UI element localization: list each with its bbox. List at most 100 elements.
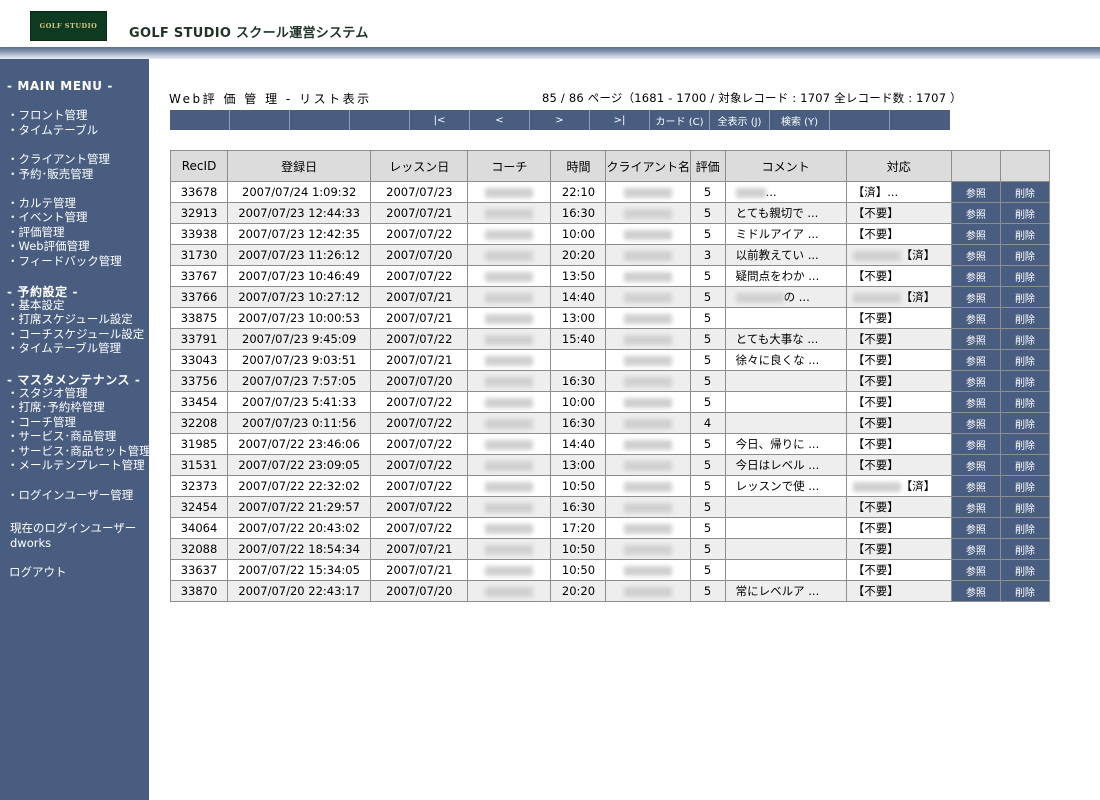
table-row[interactable]: 31730 2007/07/23 11:26:12 2007/07/20 20:20 3… bbox=[169, 244, 1051, 266]
view-button[interactable]: 参照 bbox=[950, 475, 1001, 497]
col-header-comment[interactable]: コメント bbox=[724, 150, 847, 182]
delete-button[interactable]: 削除 bbox=[999, 286, 1051, 308]
delete-button[interactable]: 削除 bbox=[999, 538, 1051, 560]
delete-button[interactable]: 削除 bbox=[999, 181, 1051, 203]
view-button[interactable]: 参照 bbox=[950, 223, 1001, 245]
sidebar-item-login-users[interactable]: ・ログインユーザー管理 bbox=[7, 488, 133, 502]
table-row[interactable]: 32208 2007/07/23 0:11:56 2007/07/22 16:30 4 【… bbox=[169, 412, 1051, 434]
table-row[interactable]: 33767 2007/07/23 10:46:49 2007/07/22 13:50 5… bbox=[169, 265, 1051, 287]
table-row[interactable]: 33875 2007/07/23 10:00:53 2007/07/21 13:00 5… bbox=[169, 307, 1051, 329]
delete-button[interactable]: 削除 bbox=[999, 349, 1051, 371]
cell-action: 【不要】 bbox=[845, 349, 952, 371]
sidebar-item-events[interactable]: ・イベント管理 bbox=[7, 210, 88, 224]
delete-button[interactable]: 削除 bbox=[999, 517, 1051, 539]
col-header-time[interactable]: 時間 bbox=[550, 150, 607, 182]
table-row[interactable]: 33756 2007/07/23 7:57:05 2007/07/20 16:30 5 【… bbox=[169, 370, 1051, 392]
sidebar-item-front[interactable]: ・フロント管理 bbox=[7, 108, 88, 122]
view-button[interactable]: 参照 bbox=[950, 454, 1001, 476]
col-header-coach[interactable]: コーチ bbox=[467, 150, 552, 182]
table-row[interactable]: 31531 2007/07/22 23:09:05 2007/07/22 13:00 5… bbox=[169, 454, 1051, 476]
table-row[interactable]: 32454 2007/07/22 21:29:57 2007/07/22 16:30 5… bbox=[169, 496, 1051, 518]
table-row[interactable]: 34064 2007/07/22 20:43:02 2007/07/22 17:20 5… bbox=[169, 517, 1051, 539]
table-row[interactable]: 33938 2007/07/23 12:42:35 2007/07/22 10:00 5… bbox=[169, 223, 1051, 245]
delete-button[interactable]: 削除 bbox=[999, 202, 1051, 224]
col-header-recid[interactable]: RecID bbox=[169, 150, 229, 182]
sidebar-item-seat-schedule[interactable]: ・打席スケジュール設定 bbox=[7, 312, 133, 326]
view-button[interactable]: 参照 bbox=[950, 580, 1001, 602]
delete-button[interactable]: 削除 bbox=[999, 496, 1051, 518]
view-button[interactable]: 参照 bbox=[950, 307, 1001, 329]
view-button[interactable]: 参照 bbox=[950, 496, 1001, 518]
delete-button[interactable]: 削除 bbox=[999, 433, 1051, 455]
sidebar-item-services-products[interactable]: ・サービス･商品管理 bbox=[7, 429, 116, 443]
view-button[interactable]: 参照 bbox=[950, 538, 1001, 560]
table-row[interactable]: 33454 2007/07/23 5:41:33 2007/07/22 10:00 5 【… bbox=[169, 391, 1051, 413]
table-row[interactable]: 32373 2007/07/22 22:32:02 2007/07/22 10:50 5… bbox=[169, 475, 1051, 497]
search-button[interactable]: 検索 (Y) bbox=[770, 110, 830, 130]
view-button[interactable]: 参照 bbox=[950, 244, 1001, 266]
sidebar-item-karte[interactable]: ・カルテ管理 bbox=[7, 196, 76, 210]
table-row[interactable]: 33678 2007/07/24 1:09:32 2007/07/23 22:10 5.… bbox=[169, 181, 1051, 203]
col-header-registered[interactable]: 登録日 bbox=[227, 150, 372, 182]
delete-button[interactable]: 削除 bbox=[999, 328, 1051, 350]
prev-page-button[interactable]: < bbox=[470, 110, 530, 130]
sidebar-item-evaluations[interactable]: ・評価管理 bbox=[7, 225, 65, 239]
table-row[interactable]: 33791 2007/07/23 9:45:09 2007/07/22 15:40 5 と… bbox=[169, 328, 1051, 350]
view-button[interactable]: 参照 bbox=[950, 265, 1001, 287]
cell-comment-text: 徐々に良くな ... bbox=[735, 353, 820, 367]
table-row[interactable]: 32088 2007/07/22 18:54:34 2007/07/21 10:50 5… bbox=[169, 538, 1051, 560]
delete-button[interactable]: 削除 bbox=[999, 391, 1051, 413]
sidebar-item-coaches[interactable]: ・コーチ管理 bbox=[7, 415, 76, 429]
delete-button[interactable]: 削除 bbox=[999, 244, 1051, 266]
col-header-lesson-date[interactable]: レッスン日 bbox=[370, 150, 469, 182]
sidebar-item-web-evaluations[interactable]: ・Web評価管理 bbox=[7, 239, 90, 253]
view-button[interactable]: 参照 bbox=[950, 433, 1001, 455]
sidebar-item-studio[interactable]: ・スタジオ管理 bbox=[7, 386, 88, 400]
delete-button[interactable]: 削除 bbox=[999, 307, 1051, 329]
sidebar-item-timetable-mgmt[interactable]: ・タイムテーブル管理 bbox=[7, 341, 121, 355]
delete-button[interactable]: 削除 bbox=[999, 559, 1051, 581]
sidebar-item-basic-settings[interactable]: ・基本設定 bbox=[7, 298, 65, 312]
view-button[interactable]: 参照 bbox=[950, 370, 1001, 392]
sidebar-item-reservations-sales[interactable]: ・予約･販売管理 bbox=[7, 167, 93, 181]
next-page-button[interactable]: > bbox=[530, 110, 590, 130]
table-row[interactable]: 32913 2007/07/23 12:44:33 2007/07/21 16:30 5… bbox=[169, 202, 1051, 224]
sidebar-item-seat-slots[interactable]: ・打席･予約枠管理 bbox=[7, 400, 105, 414]
show-all-button[interactable]: 全表示 (J) bbox=[710, 110, 770, 130]
view-button[interactable]: 参照 bbox=[950, 181, 1001, 203]
view-button[interactable]: 参照 bbox=[950, 559, 1001, 581]
view-button[interactable]: 参照 bbox=[950, 286, 1001, 308]
view-button[interactable]: 参照 bbox=[950, 517, 1001, 539]
table-row[interactable]: 33766 2007/07/23 10:27:12 2007/07/21 14:40 5… bbox=[169, 286, 1051, 308]
col-header-rating[interactable]: 評価 bbox=[689, 150, 726, 182]
view-button[interactable]: 参照 bbox=[950, 412, 1001, 434]
table-row[interactable]: 33870 2007/07/20 22:43:17 2007/07/20 20:20 5… bbox=[169, 580, 1051, 602]
delete-button[interactable]: 削除 bbox=[999, 454, 1051, 476]
logout-link[interactable]: ログアウト bbox=[9, 565, 67, 579]
view-button[interactable]: 参照 bbox=[950, 202, 1001, 224]
col-header-action[interactable]: 対応 bbox=[845, 150, 952, 182]
view-button[interactable]: 参照 bbox=[950, 328, 1001, 350]
sidebar-item-feedback[interactable]: ・フィードバック管理 bbox=[7, 254, 122, 268]
delete-button[interactable]: 削除 bbox=[999, 412, 1051, 434]
last-page-button[interactable]: >| bbox=[590, 110, 650, 130]
view-button[interactable]: 参照 bbox=[950, 349, 1001, 371]
sidebar-item-mail-templates[interactable]: ・メールテンプレート管理 bbox=[7, 458, 145, 472]
sidebar-item-service-sets[interactable]: ・サービス･商品セット管理 bbox=[7, 444, 151, 458]
sidebar-item-clients[interactable]: ・クライアント管理 bbox=[7, 152, 110, 166]
table-row[interactable]: 31985 2007/07/22 23:46:06 2007/07/22 14:40 5… bbox=[169, 433, 1051, 455]
redacted-text bbox=[624, 376, 673, 387]
view-button[interactable]: 参照 bbox=[950, 391, 1001, 413]
delete-button[interactable]: 削除 bbox=[999, 265, 1051, 287]
sidebar-item-timetable[interactable]: ・タイムテーブル bbox=[7, 123, 98, 137]
col-header-client[interactable]: クライアント名 bbox=[605, 150, 691, 182]
first-page-button[interactable]: |< bbox=[410, 110, 470, 130]
delete-button[interactable]: 削除 bbox=[999, 223, 1051, 245]
delete-button[interactable]: 削除 bbox=[999, 580, 1051, 602]
sidebar-item-coach-schedule[interactable]: ・コーチスケジュール設定 bbox=[7, 327, 144, 341]
delete-button[interactable]: 削除 bbox=[999, 475, 1051, 497]
table-row[interactable]: 33637 2007/07/22 15:34:05 2007/07/21 10:50 5… bbox=[169, 559, 1051, 581]
card-view-button[interactable]: カード (C) bbox=[650, 110, 710, 130]
table-row[interactable]: 33043 2007/07/23 9:03:51 2007/07/21 5 徐々に良くな… bbox=[169, 349, 1051, 371]
delete-button[interactable]: 削除 bbox=[999, 370, 1051, 392]
